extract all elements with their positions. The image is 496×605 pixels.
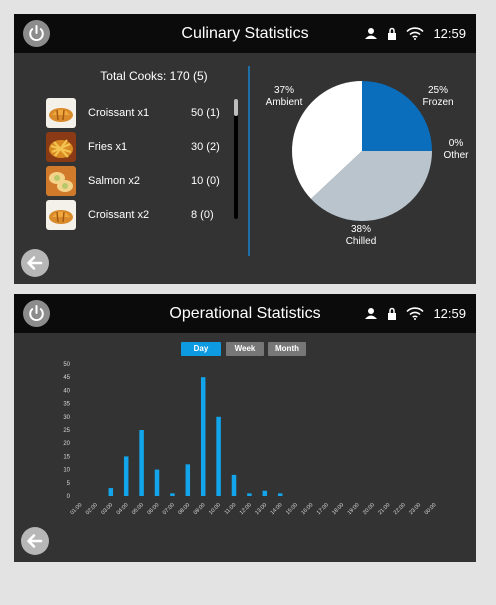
x-tick-label: 07:00 [162, 502, 176, 516]
pie-label-name: Other [443, 150, 469, 161]
bar [247, 493, 252, 496]
x-tick-label: 02:00 [85, 502, 99, 516]
bar [108, 488, 114, 496]
x-tick-label: 09:00 [193, 502, 207, 516]
x-tick-label: 00:00 [424, 502, 438, 516]
y-tick-label: 35 [63, 402, 70, 408]
pie-label-other: 0% Other [438, 138, 474, 162]
bar [231, 474, 237, 496]
pie-label-name: Frozen [422, 97, 454, 108]
pie-label-name: Chilled [345, 236, 377, 247]
x-tick-label: 13:00 [254, 502, 268, 516]
y-tick-label: 45 [63, 375, 70, 381]
x-tick-label: 15:00 [285, 502, 299, 516]
pie-label-name: Ambient [265, 97, 303, 108]
x-tick-label: 08:00 [177, 502, 191, 516]
x-tick-label: 21:00 [377, 502, 391, 516]
bar [139, 430, 144, 496]
back-button[interactable] [21, 249, 49, 277]
y-tick-label: 30 [63, 415, 70, 421]
bar [123, 456, 129, 496]
x-tick-label: 18:00 [331, 502, 345, 516]
bar [154, 469, 160, 496]
pie-label-ambient: 37% Ambient [259, 85, 309, 109]
y-tick-label: 50 [63, 362, 70, 368]
pie-chart [292, 81, 432, 222]
bar [277, 493, 283, 496]
y-tick-label: 5 [67, 481, 71, 487]
pie-label-percent: 37% [273, 85, 294, 96]
x-tick-label: 03:00 [100, 502, 114, 516]
x-tick-label: 23:00 [408, 502, 422, 516]
operational-statistics-screen: Operational Statistics 12:59 Day Week Mo… [14, 294, 476, 562]
pie-label-frozen: 25% Frozen [415, 85, 461, 109]
y-tick-label: 0 [67, 494, 71, 500]
x-tick-label: 05:00 [131, 502, 145, 516]
bar-chart: 0 5 10 15 20 25 30 35 40 45 50 01:00 02:00 03:00 04:00… [63, 362, 438, 516]
pie-label-percent: 0% [448, 138, 464, 149]
back-button[interactable] [21, 527, 49, 555]
back-arrow-icon [27, 256, 43, 270]
pie-label-percent: 38% [350, 224, 371, 235]
pie-label-chilled: 38% Chilled [336, 224, 386, 248]
x-tick-label: 19:00 [347, 502, 361, 516]
x-tick-label: 17:00 [316, 502, 330, 516]
bar [216, 416, 221, 496]
x-tick-label: 10:00 [208, 502, 222, 516]
pie-label-percent: 25% [427, 85, 448, 96]
x-tick-label: 01:00 [69, 502, 83, 516]
y-tick-label: 10 [63, 468, 70, 474]
x-tick-label: 14:00 [270, 502, 284, 516]
x-tick-label: 06:00 [146, 502, 160, 516]
x-tick-label: 20:00 [362, 502, 376, 516]
y-tick-label: 15 [63, 454, 70, 460]
y-tick-label: 25 [63, 428, 70, 434]
x-tick-label: 04:00 [116, 502, 130, 516]
bar [200, 377, 206, 496]
bar [262, 490, 268, 496]
y-tick-label: 40 [63, 388, 70, 394]
x-tick-label: 12:00 [239, 502, 253, 516]
culinary-statistics-screen: Culinary Statistics 12:59 Total Cooks: 1… [14, 14, 476, 284]
bar [170, 493, 175, 496]
back-arrow-icon [27, 534, 43, 548]
x-tick-label: 22:00 [393, 502, 407, 516]
x-tick-label: 16:00 [300, 502, 314, 516]
y-tick-label: 20 [63, 441, 70, 447]
bar [185, 464, 191, 496]
x-tick-label: 11:00 [224, 502, 238, 516]
